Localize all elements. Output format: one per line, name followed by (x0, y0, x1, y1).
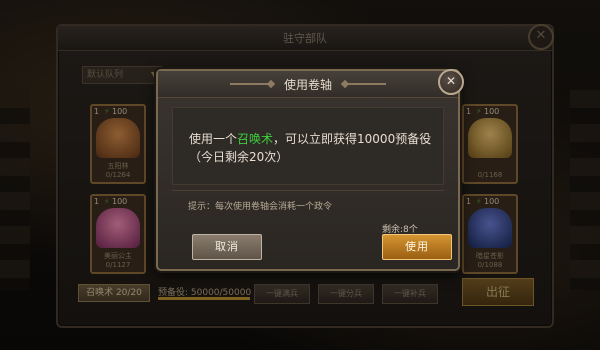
divider (172, 190, 444, 191)
dialog-header: 使用卷轴 (158, 71, 458, 98)
close-icon[interactable]: ✕ (438, 69, 464, 95)
message-item-highlight: 召唤术 (237, 132, 274, 146)
message-box: 使用一个召唤术，可以立即获得10000预备役（今日剩余20次） (172, 107, 444, 185)
dialog-hint: 提示：每次使用卷轴会消耗一个政令 (188, 202, 333, 212)
dialog-message: 使用一个召唤术，可以立即获得10000预备役（今日剩余20次） (189, 130, 437, 166)
game-scene: 驻守部队 ✕ 默认队列 ▼ 1 ⚡ 100 五阳林 0/1264 1 ⚡ 100… (0, 0, 600, 350)
title-ornament-right (344, 83, 386, 85)
cancel-button[interactable]: 取消 (192, 234, 262, 260)
dialog-title: 使用卷轴 (283, 78, 332, 92)
use-button[interactable]: 使用 (382, 234, 452, 260)
use-scroll-dialog: 使用卷轴 ✕ 使用一个召唤术，可以立即获得10000预备役（今日剩余20次） 提… (156, 69, 464, 271)
message-prefix: 使用一个 (189, 132, 238, 146)
